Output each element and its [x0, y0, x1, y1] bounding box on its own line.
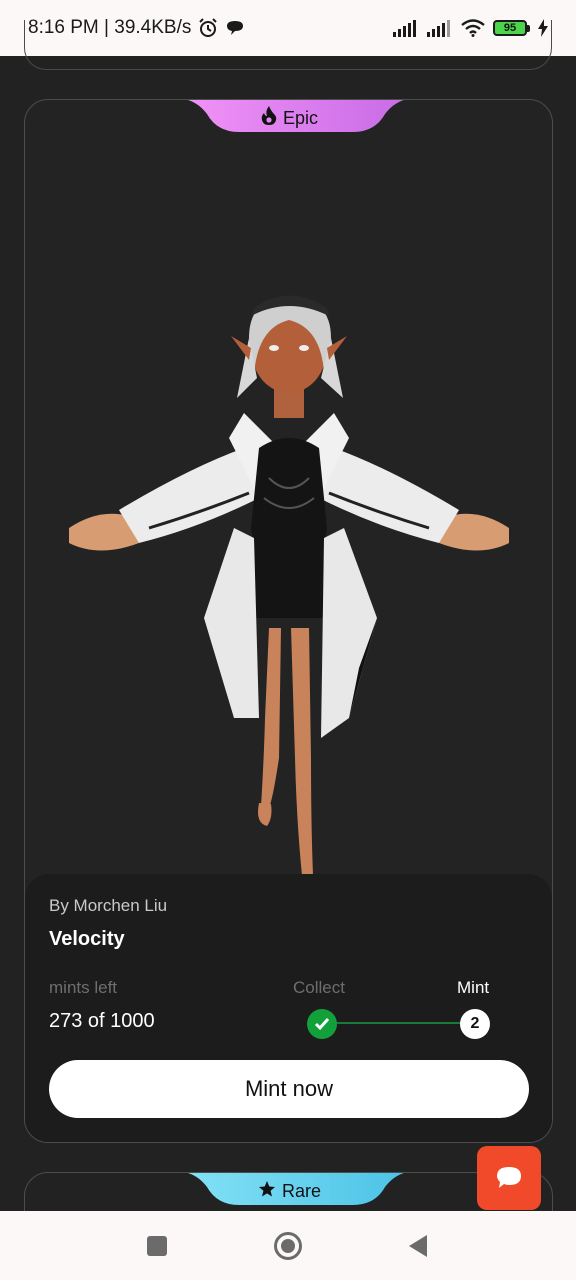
nft-title: Velocity — [49, 928, 125, 950]
previous-card[interactable] — [24, 20, 552, 70]
recents-button[interactable] — [137, 1231, 177, 1261]
step-mint-label: Mint — [457, 978, 490, 997]
square-icon — [147, 1236, 167, 1256]
back-triangle-icon — [409, 1235, 427, 1257]
step-connector — [335, 1022, 475, 1024]
home-button[interactable] — [268, 1231, 308, 1261]
rarity-badge: Rare — [25, 1177, 552, 1205]
rarity-badge: Epic — [25, 104, 552, 132]
flame-icon — [261, 105, 277, 131]
check-icon — [314, 1018, 330, 1031]
mints-left-label: mints left — [49, 978, 118, 997]
step-collect-complete — [307, 1009, 337, 1039]
system-nav-bar — [0, 1211, 576, 1280]
nft-card[interactable]: Epic By Morchen Liu Velocity mints left … — [24, 99, 553, 1143]
avatar-image — [69, 295, 509, 902]
rarity-text: Rare — [281, 1180, 321, 1201]
chat-button[interactable] — [477, 1146, 541, 1210]
rarity-text: Epic — [282, 107, 318, 128]
info-panel: By Morchen Liu Velocity mints left 273 o… — [25, 874, 552, 1142]
mint-now-button[interactable]: Mint now — [49, 1060, 529, 1118]
star-icon — [258, 1180, 276, 1203]
mints-left-value: 273 of 1000 — [49, 1010, 155, 1032]
step-collect-label: Collect — [293, 978, 345, 997]
step-mint-number: 2 — [460, 1009, 490, 1039]
back-button[interactable] — [398, 1231, 438, 1261]
home-circle-icon — [274, 1232, 302, 1260]
chat-icon — [497, 1167, 521, 1188]
creator-name[interactable]: By Morchen Liu — [49, 896, 167, 916]
